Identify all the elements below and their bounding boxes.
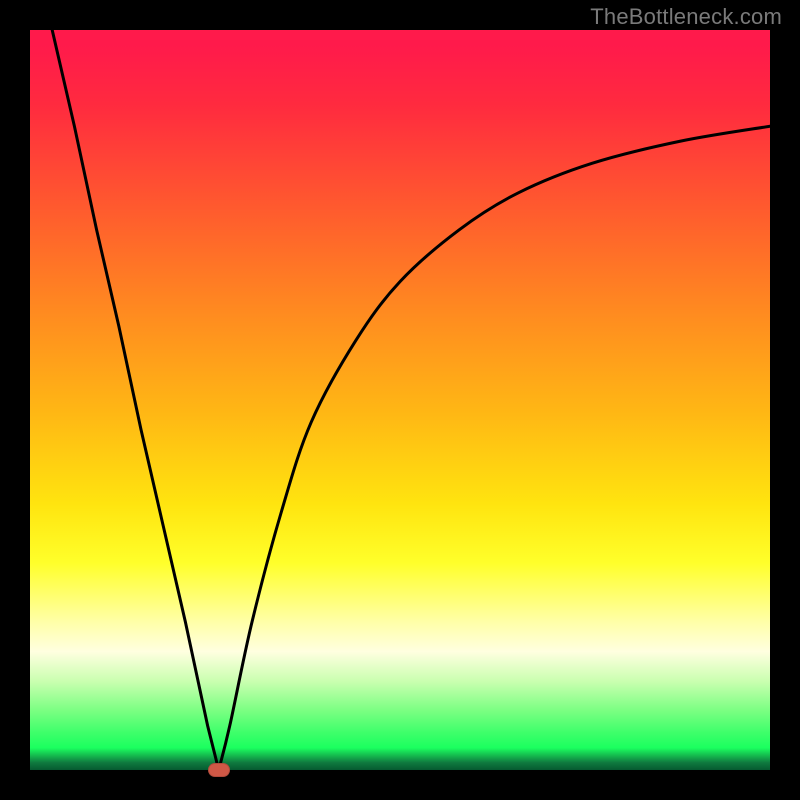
optimum-marker [208, 763, 230, 777]
chart-frame: TheBottleneck.com [0, 0, 800, 800]
bottleneck-curve [30, 30, 770, 770]
curve-right-branch [219, 126, 770, 770]
curve-left-branch [52, 30, 219, 770]
watermark-text: TheBottleneck.com [590, 4, 782, 30]
